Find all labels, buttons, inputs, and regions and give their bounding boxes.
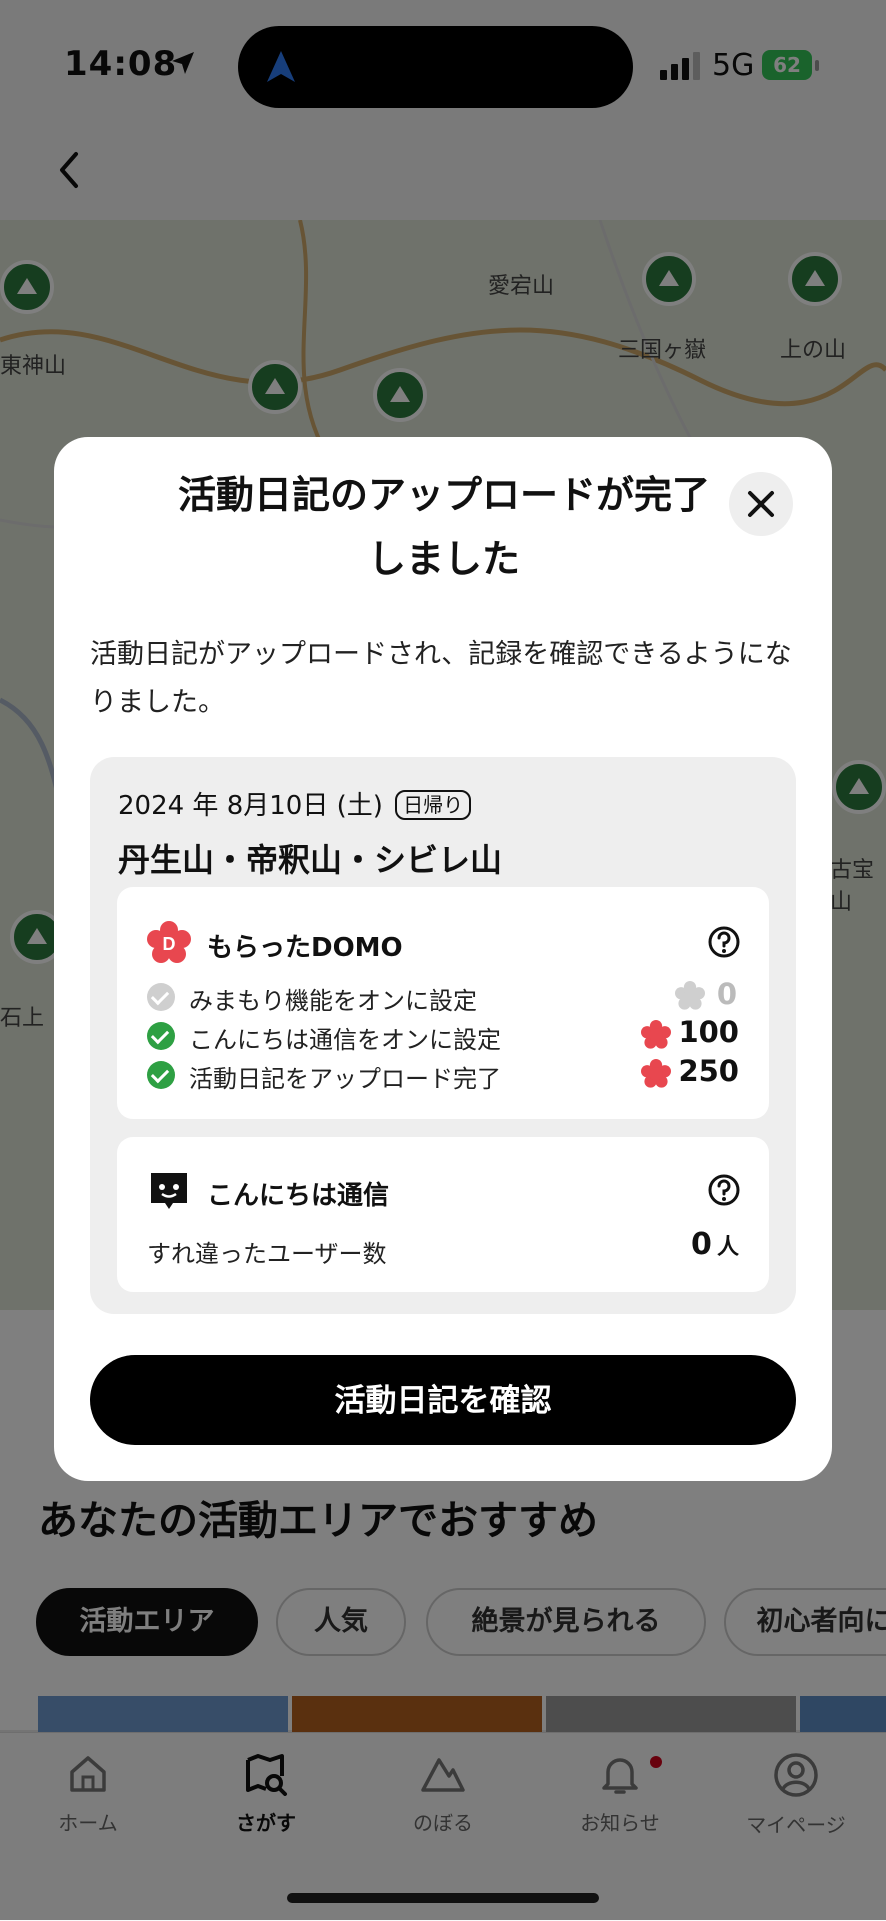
- passed-users-value: 0 人: [657, 1227, 739, 1262]
- konnichiwa-title: こんにちは通信: [207, 1181, 390, 1211]
- domo-row-label: みまもり機能をオンに設定: [189, 987, 477, 1015]
- mountain-names: 丹生山・帝釈山・シビレ山: [118, 841, 503, 879]
- activity-summary-card: 2024 年 8月10日 (土) 日帰り 丹生山・帝釈山・シビレ山 D もらった…: [90, 757, 796, 1314]
- svg-text:D: D: [163, 934, 176, 954]
- checked-icon: [147, 1022, 175, 1050]
- modal-title-line1: 活動日記のアップロードが完了: [177, 473, 710, 517]
- help-icon[interactable]: [707, 925, 741, 959]
- trip-type-badge: 日帰り: [395, 790, 472, 820]
- domo-row-points: 100: [678, 1015, 739, 1049]
- domo-flower-icon: [641, 1020, 671, 1049]
- domo-row-label: 活動日記をアップロード完了: [189, 1065, 501, 1093]
- domo-box: D もらったDOMO みまもり機能をオンに設定 0 こんにちは通信をオンに設定: [117, 887, 769, 1119]
- modal-title-line2: しました: [367, 537, 520, 581]
- passed-users-count: 0: [691, 1227, 712, 1262]
- domo-flower-icon: [675, 981, 705, 1010]
- activity-date-line: 2024 年 8月10日 (土) 日帰り: [118, 785, 472, 822]
- close-icon: [748, 491, 774, 517]
- close-button[interactable]: [729, 472, 793, 536]
- passed-users-label: すれ違ったユーザー数: [147, 1240, 387, 1268]
- domo-flower-icon: [641, 1059, 671, 1088]
- domo-row-points: 250: [678, 1054, 739, 1088]
- unchecked-icon: [147, 983, 175, 1011]
- konnichiwa-box: こんにちは通信 すれ違ったユーザー数 0 人: [117, 1137, 769, 1292]
- passed-users-unit: 人: [716, 1235, 739, 1260]
- activity-date: 2024 年 8月10日 (土): [118, 791, 383, 821]
- domo-flower-icon: D: [147, 921, 191, 963]
- domo-title: もらったDOMO: [207, 933, 403, 963]
- greeting-face-icon: [151, 1173, 187, 1209]
- view-diary-button[interactable]: 活動日記を確認: [90, 1355, 796, 1445]
- upload-complete-modal: 活動日記のアップロードが完了 しました 活動日記がアップロードされ、記録を確認で…: [54, 437, 832, 1481]
- domo-row-points: 0: [716, 977, 737, 1011]
- modal-description: 活動日記がアップロードされ、記録を確認できるようになりました。: [90, 639, 792, 718]
- domo-row-label: こんにちは通信をオンに設定: [189, 1026, 501, 1054]
- home-indicator: [287, 1893, 599, 1903]
- modal-title: 活動日記のアップロードが完了 しました: [134, 463, 754, 591]
- checked-icon: [147, 1061, 175, 1089]
- help-icon[interactable]: [707, 1173, 741, 1207]
